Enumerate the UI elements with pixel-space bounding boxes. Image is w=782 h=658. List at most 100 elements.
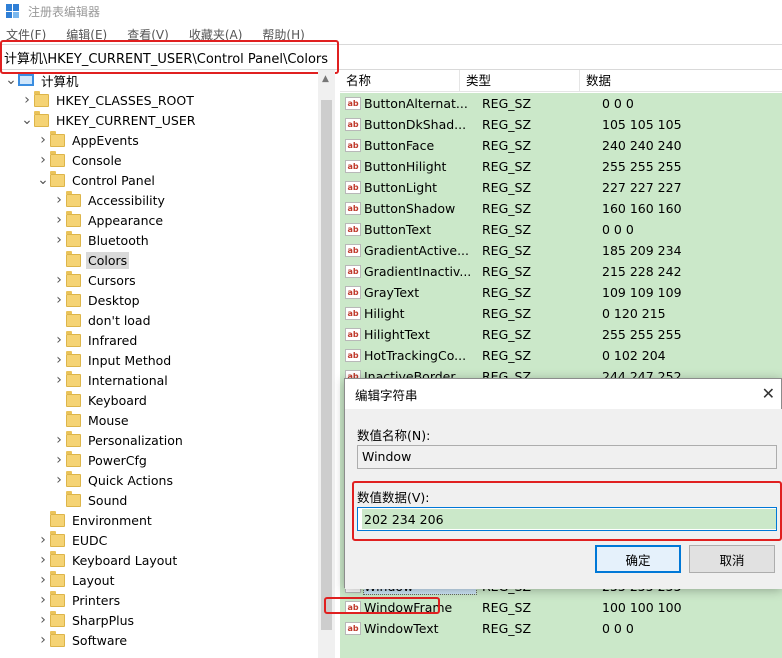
table-row[interactable]: ab ButtonShadow REG_SZ 160 160 160 [340,198,782,219]
chevron-right-icon[interactable]: › [52,470,66,490]
cancel-button[interactable]: 取消 [689,545,775,573]
chevron-right-icon[interactable]: › [36,570,50,590]
tree-item[interactable]: ⌄ 计算机 [4,70,81,90]
chevron-right-icon[interactable]: › [36,530,50,550]
close-icon[interactable]: ✕ [762,384,775,403]
folder-icon [66,190,81,207]
value-name: ButtonAlternat... [364,96,468,111]
folder-icon [50,530,65,547]
chevron-right-icon[interactable]: › [52,230,66,250]
chevron-right-icon[interactable]: › [36,130,50,150]
column-type[interactable]: 类型 [460,70,580,92]
value-type: REG_SZ [482,138,532,153]
chevron-right-icon[interactable]: › [36,610,50,630]
menu-view[interactable]: 查看(V) [121,26,169,43]
menu-edit[interactable]: 编辑(E) [60,26,107,43]
tree-item[interactable]: › Quick Actions [52,470,175,490]
tree-item[interactable]: › Printers [36,590,122,610]
tree-item[interactable]: › PowerCfg [52,450,149,470]
table-row[interactable]: ab Hilight REG_SZ 0 120 215 [340,303,782,324]
tree-item[interactable]: › Desktop [52,290,142,310]
address-bar[interactable]: 计算机\HKEY_CURRENT_USER\Control Panel\Colo… [0,44,782,70]
menu-favorites[interactable]: 收藏夹(A) [183,26,243,43]
folder-icon [66,410,81,427]
ok-button[interactable]: 确定 [595,545,681,573]
menu-file[interactable]: 文件(F) [0,26,46,43]
table-row[interactable]: ab WindowFrame REG_SZ 100 100 100 [340,597,782,618]
tree-scrollbar[interactable]: ▲ [318,70,335,658]
chevron-right-icon[interactable]: › [52,330,66,350]
table-row[interactable]: ab GradientActive... REG_SZ 185 209 234 [340,240,782,261]
chevron-right-icon[interactable]: › [52,430,66,450]
value-name: WindowText [364,621,439,636]
chevron-right-icon[interactable]: › [36,590,50,610]
value-data-input[interactable]: 202 234 206 [357,507,777,531]
tree-item[interactable]: ⌄ Control Panel [36,170,157,190]
tree-item[interactable]: › EUDC [36,530,109,550]
column-name[interactable]: 名称 [340,70,460,92]
chevron-right-icon[interactable]: › [52,270,66,290]
chevron-down-icon[interactable]: ⌄ [4,70,18,90]
value-name: HilightText [364,327,430,342]
chevron-right-icon[interactable]: › [52,350,66,370]
tree-item[interactable]: ⌄ HKEY_CURRENT_USER [20,110,197,130]
tree-item[interactable]: Keyboard [52,390,149,410]
scroll-up-icon[interactable]: ▲ [322,74,329,84]
chevron-right-icon[interactable]: › [20,90,34,110]
table-row[interactable]: ab ButtonHilight REG_SZ 255 255 255 [340,156,782,177]
tree-item[interactable]: › Infrared [52,330,139,350]
tree-item[interactable]: don't load [52,310,153,330]
chevron-right-icon[interactable]: › [52,450,66,470]
table-row[interactable]: ab ButtonDkShad... REG_SZ 105 105 105 [340,114,782,135]
table-row[interactable]: ab ButtonAlternat... REG_SZ 0 0 0 [340,93,782,114]
tree-item[interactable]: › Personalization [52,430,185,450]
table-row[interactable]: ab WindowText REG_SZ 0 0 0 [340,618,782,639]
table-row[interactable]: ab ButtonFace REG_SZ 240 240 240 [340,135,782,156]
chevron-down-icon[interactable]: ⌄ [20,110,34,130]
menu-help[interactable]: 帮助(H) [256,26,304,43]
tree-item[interactable]: › SharpPlus [36,610,136,630]
scrollbar-thumb[interactable] [321,100,332,630]
chevron-right-icon[interactable]: › [36,150,50,170]
tree-item[interactable]: › Cursors [52,270,138,290]
tree-item[interactable]: › Software [36,630,129,650]
tree-item[interactable]: Colors [52,250,130,270]
folder-icon [66,390,81,407]
tree-item[interactable]: › Appearance [52,210,165,230]
table-row[interactable]: ab HilightText REG_SZ 255 255 255 [340,324,782,345]
tree-item[interactable]: › Input Method [52,350,173,370]
table-row[interactable]: ab HotTrackingCo... REG_SZ 0 102 204 [340,345,782,366]
tree-item[interactable]: › HKEY_CLASSES_ROOT [20,90,196,110]
chevron-right-icon[interactable]: › [52,290,66,310]
value-data: 105 105 105 [602,117,682,132]
column-data[interactable]: 数据 [580,70,782,92]
chevron-right-icon[interactable]: › [36,550,50,570]
tree-item[interactable]: › Bluetooth [52,230,151,250]
table-row[interactable]: ab ButtonText REG_SZ 0 0 0 [340,219,782,240]
table-row[interactable]: ab GrayText REG_SZ 109 109 109 [340,282,782,303]
tree-item[interactable]: › Layout [36,570,117,590]
tree-item-label: Mouse [88,412,129,428]
tree-item-label: Keyboard Layout [72,552,178,568]
chevron-right-icon[interactable]: › [52,370,66,390]
table-row[interactable]: ab GradientInactiv... REG_SZ 215 228 242 [340,261,782,282]
tree-item-label: International [88,372,168,388]
tree-item[interactable]: › AppEvents [36,130,141,150]
tree-item[interactable]: › International [52,370,170,390]
tree-item[interactable]: › Accessibility [52,190,167,210]
value-data: 0 102 204 [602,348,666,363]
address-path: 计算机\HKEY_CURRENT_USER\Control Panel\Colo… [4,51,329,67]
value-name: HotTrackingCo... [364,348,467,363]
string-value-icon: ab [345,160,361,173]
chevron-right-icon[interactable]: › [36,630,50,650]
tree-item-label: EUDC [72,532,108,548]
tree-item[interactable]: Mouse [52,410,131,430]
chevron-right-icon[interactable]: › [52,210,66,230]
chevron-down-icon[interactable]: ⌄ [36,170,50,190]
table-row[interactable]: ab ButtonLight REG_SZ 227 227 227 [340,177,782,198]
tree-item[interactable]: › Keyboard Layout [36,550,179,570]
chevron-right-icon[interactable]: › [52,190,66,210]
tree-item[interactable]: › Console [36,150,124,170]
tree-item[interactable]: Environment [36,510,154,530]
tree-item[interactable]: Sound [52,490,129,510]
